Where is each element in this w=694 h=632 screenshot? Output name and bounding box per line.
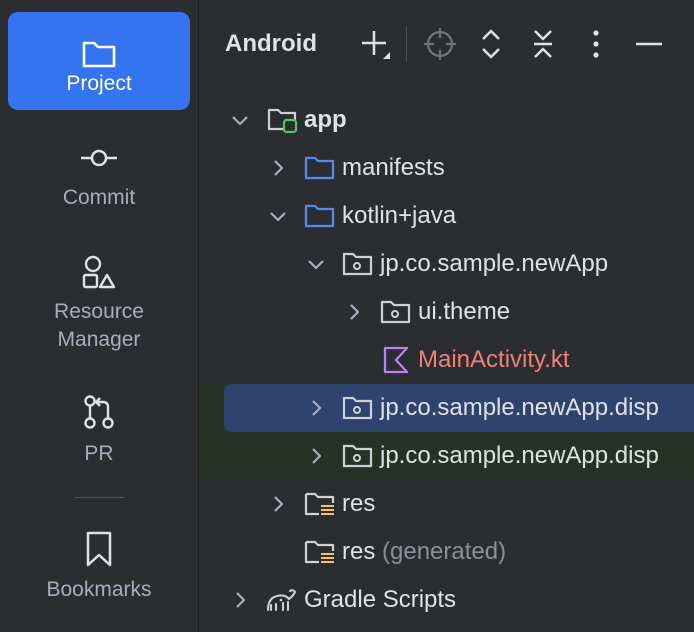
tree-label-package-newapp: jp.co.sample.newApp [380, 250, 609, 277]
expand-all-icon[interactable] [473, 26, 509, 62]
chevron-right-icon[interactable] [228, 588, 252, 612]
tree-label-ui-theme: ui.theme [418, 298, 511, 325]
folder-icon [82, 41, 116, 68]
chevron-down-icon[interactable] [228, 108, 252, 132]
package-icon [380, 300, 411, 324]
rail-item-commit[interactable]: Commit [8, 132, 190, 218]
bookmark-icon [86, 531, 112, 567]
tree-label-kotlin-java: kotlin+java [342, 202, 457, 229]
rail-item-pr-label: PR [84, 442, 114, 465]
tree-row-app[interactable]: app [199, 96, 694, 144]
chevron-down-icon[interactable] [266, 204, 290, 228]
chevron-right-icon[interactable] [266, 156, 290, 180]
tree-row-mainactivity[interactable]: MainActivity.kt [199, 336, 694, 384]
chevron-right-icon[interactable] [342, 300, 366, 324]
tree-label-res-generated-suffix: (generated) [382, 538, 507, 565]
tree-row-package-disp-1[interactable]: jp.co.sample.newApp.disp [199, 384, 694, 432]
tree-row-res[interactable]: res [199, 480, 694, 528]
panel-title[interactable]: Android [225, 28, 317, 60]
tree-label-mainactivity: MainActivity.kt [418, 346, 570, 373]
tree-label-res: res [342, 490, 376, 517]
rail-item-project-label: Project [66, 72, 132, 95]
tree-label-package-disp-1: jp.co.sample.newApp.disp [380, 394, 659, 421]
package-icon [342, 252, 373, 276]
tree-row-res-generated[interactable]: res (generated) [199, 528, 694, 576]
hide-icon[interactable] [631, 26, 667, 62]
folder-icon [304, 156, 335, 180]
rail-item-bookmarks-label: Bookmarks [46, 578, 152, 601]
rail-divider [74, 497, 124, 498]
gradle-icon [266, 589, 297, 612]
tree-row-package-newapp[interactable]: jp.co.sample.newApp [199, 240, 694, 288]
tree-label-manifests: manifests [342, 154, 445, 181]
chevron-right-icon[interactable] [304, 396, 328, 420]
module-icon [267, 108, 298, 134]
tree-label-gradle-scripts: Gradle Scripts [304, 586, 457, 613]
tool-window-bar: Project Commit Resource Manager PR Bookm… [0, 0, 199, 632]
tree-label-package-disp-2: jp.co.sample.newApp.disp [380, 442, 659, 469]
panel-header: Android [199, 0, 694, 90]
chevron-right-icon[interactable] [266, 492, 290, 516]
rail-item-resource-manager-label-line2: Manager [57, 328, 141, 351]
shapes-icon [82, 255, 116, 289]
resource-folder-icon [304, 492, 335, 516]
toolbar-separator [406, 26, 407, 62]
tree-label-res-generated: res (generated) [342, 536, 506, 568]
tree-row-ui-theme[interactable]: ui.theme [199, 288, 694, 336]
locate-icon[interactable] [422, 26, 458, 62]
tree-row-manifests[interactable]: manifests [199, 144, 694, 192]
collapse-all-icon[interactable] [525, 26, 561, 62]
tree-row-kotlin-java[interactable]: kotlin+java [199, 192, 694, 240]
more-options-icon[interactable] [578, 26, 614, 62]
tree-row-gradle-scripts[interactable]: Gradle Scripts [199, 576, 694, 624]
project-panel: Android app manifests kotlin+java jp.co.… [199, 0, 694, 632]
tree-label-res-generated-name: res [342, 538, 376, 565]
pull-request-icon [84, 395, 114, 429]
commit-icon [81, 149, 117, 167]
tree-label-app: app [304, 106, 347, 133]
kotlin-file-icon [383, 346, 409, 374]
rail-item-resource-manager-label-line1: Resource [54, 300, 144, 323]
package-icon [342, 444, 373, 468]
chevron-down-icon[interactable] [304, 252, 328, 276]
chevron-right-icon[interactable] [304, 444, 328, 468]
folder-icon [304, 204, 335, 228]
rail-item-project[interactable]: Project [8, 12, 190, 110]
package-icon [342, 396, 373, 420]
tree-row-package-disp-2[interactable]: jp.co.sample.newApp.disp [199, 432, 694, 480]
resource-folder-icon [304, 540, 335, 564]
add-icon[interactable] [357, 26, 393, 62]
rail-item-pr[interactable]: PR [8, 384, 190, 472]
rail-item-commit-label: Commit [62, 186, 136, 209]
rail-item-bookmarks[interactable]: Bookmarks [8, 520, 190, 616]
rail-item-resource-manager[interactable]: Resource Manager [8, 244, 190, 356]
